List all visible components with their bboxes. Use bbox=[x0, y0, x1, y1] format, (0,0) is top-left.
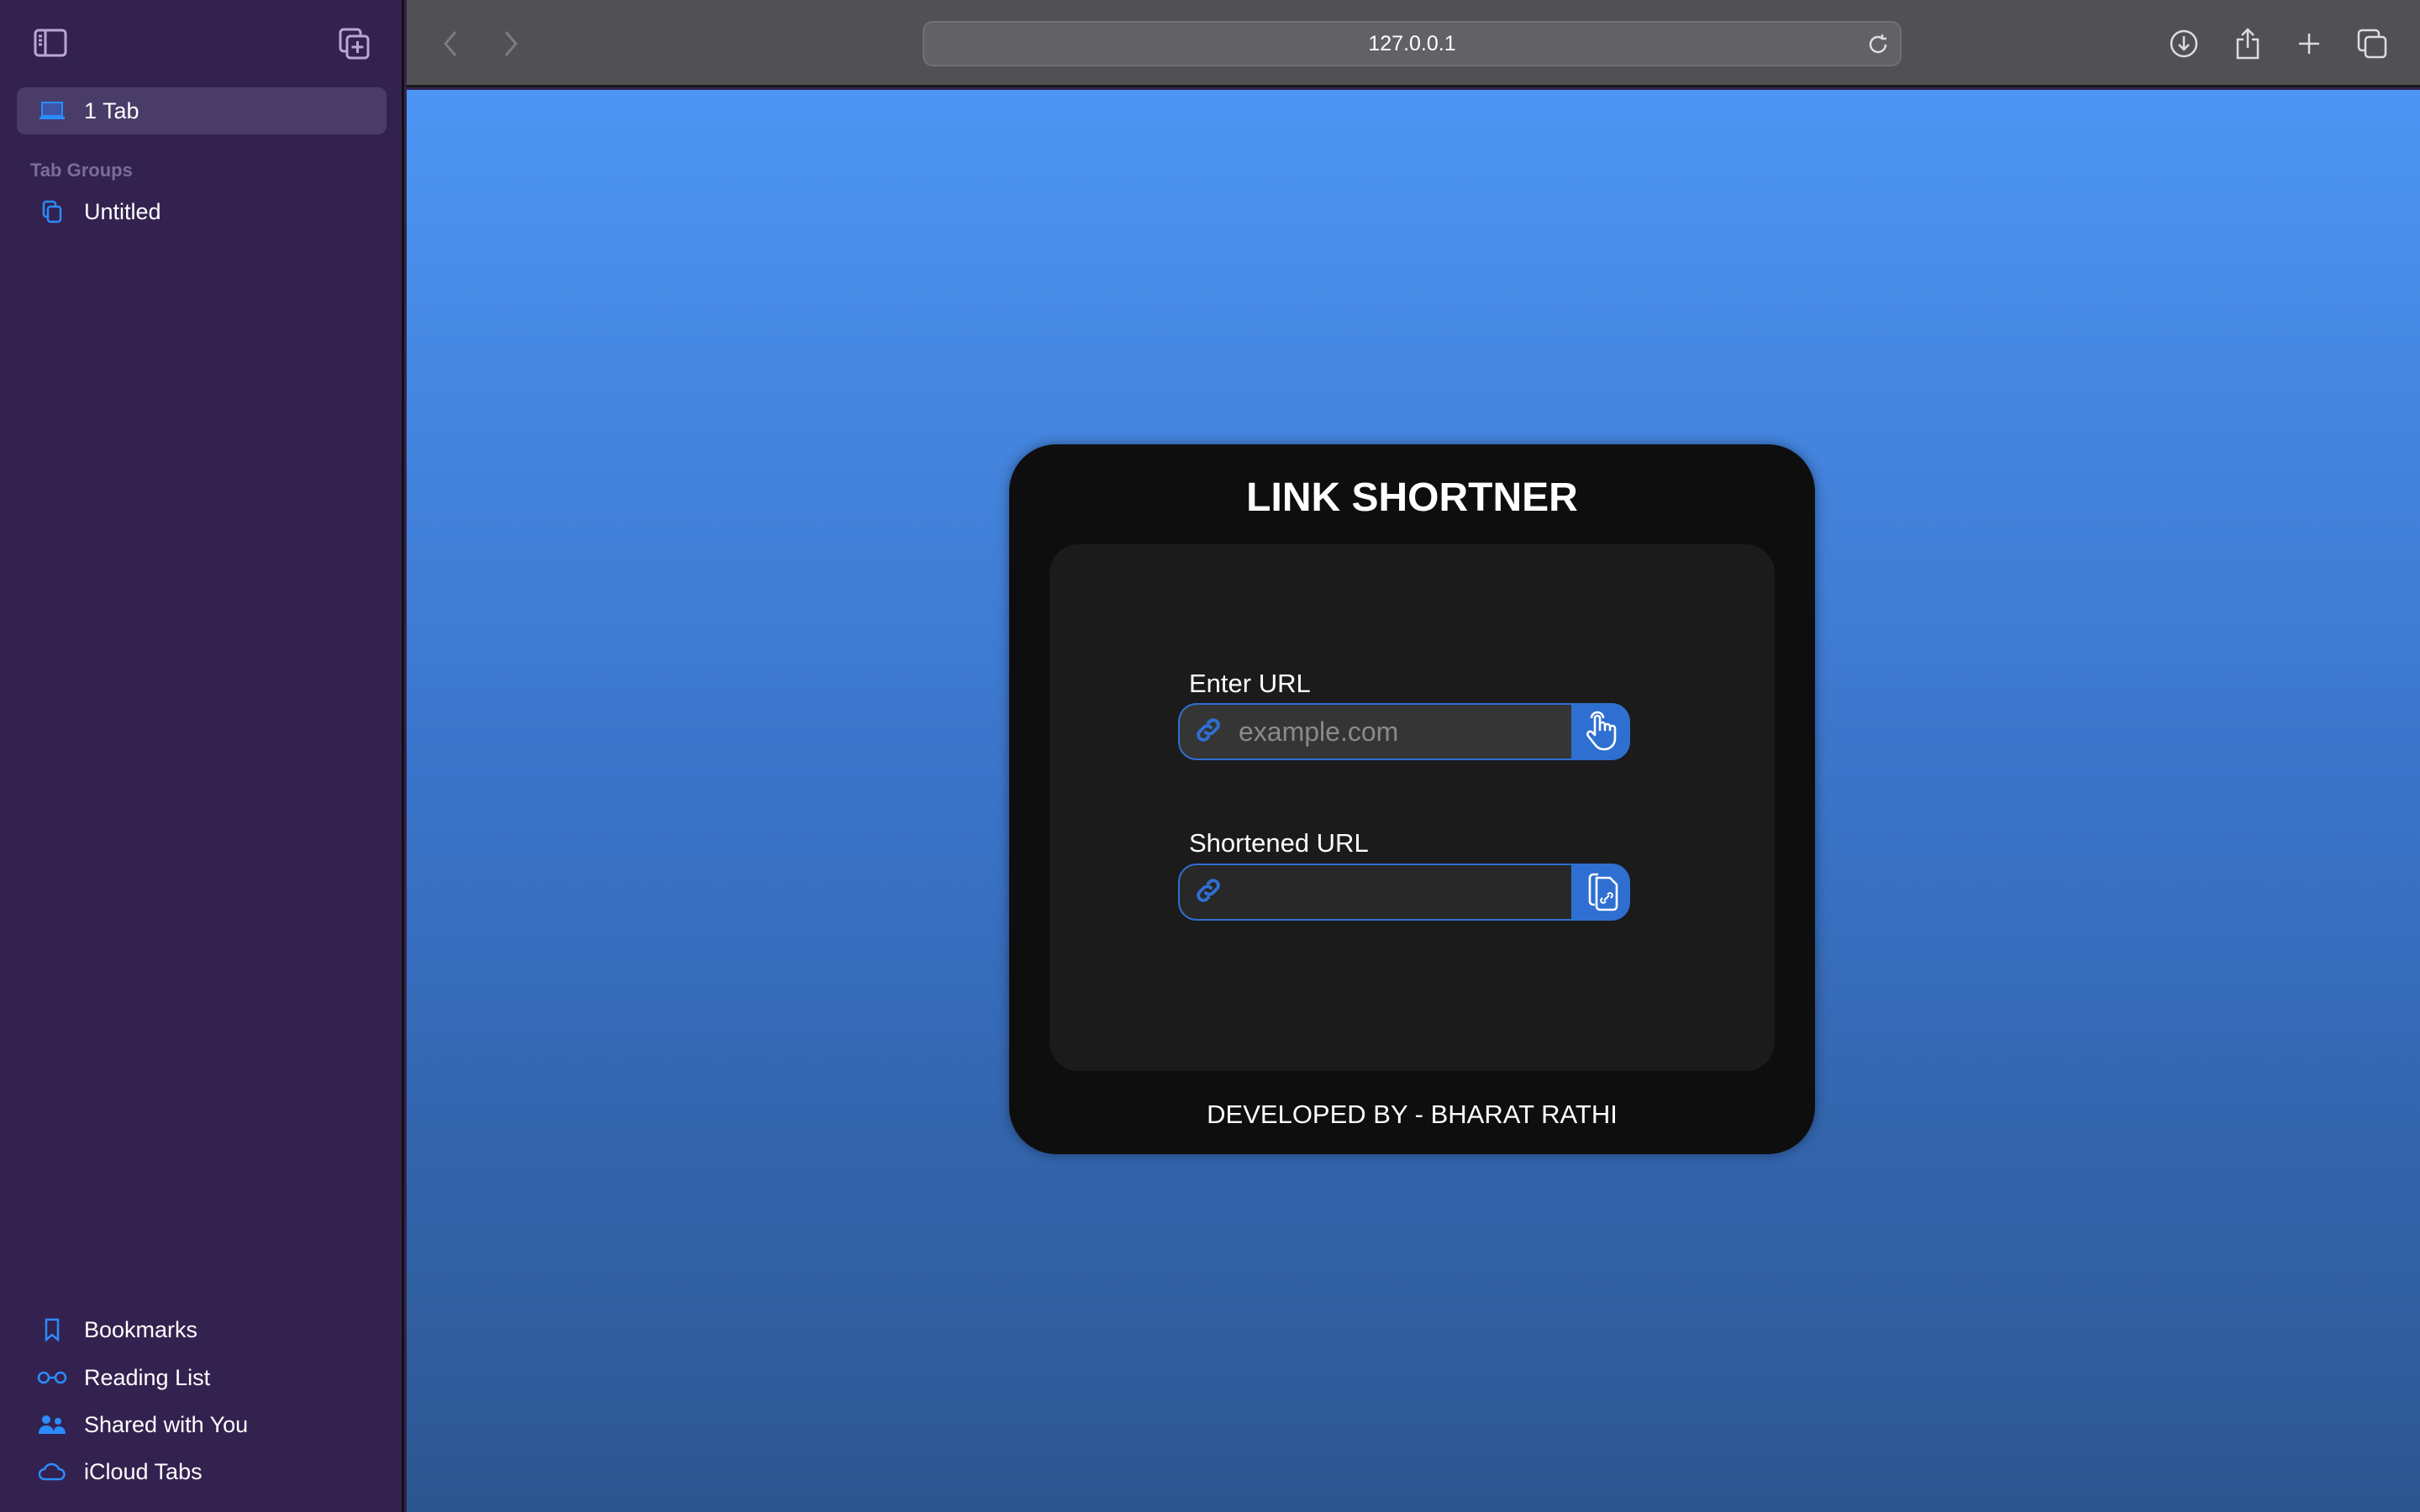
sidebar-item-bookmarks[interactable]: Bookmarks bbox=[17, 1306, 387, 1353]
sidebar-item-untitled[interactable]: Untitled bbox=[17, 188, 387, 235]
tab-group-icon bbox=[35, 200, 69, 223]
shorten-button[interactable] bbox=[1571, 703, 1630, 760]
form-panel: Enter URL Shortened URL bbox=[1050, 544, 1775, 1071]
shortened-url-field bbox=[1178, 864, 1630, 921]
copy-button[interactable] bbox=[1571, 864, 1630, 921]
url-input[interactable] bbox=[1239, 716, 1558, 748]
back-icon[interactable] bbox=[432, 25, 469, 62]
enter-url-label: Enter URL bbox=[1189, 669, 1311, 698]
laptop-icon bbox=[35, 102, 69, 120]
link-shortener-card: LINK SHORTNER Enter URL Shortened URL DE… bbox=[1009, 444, 1815, 1154]
reload-icon[interactable] bbox=[1866, 33, 1890, 62]
address-bar[interactable]: 127.0.0.1 bbox=[923, 21, 1902, 66]
tab-groups-heading: Tab Groups bbox=[30, 160, 133, 181]
new-tab-icon[interactable] bbox=[2291, 25, 2328, 62]
people-icon bbox=[35, 1414, 69, 1436]
enter-url-field bbox=[1178, 703, 1630, 760]
developer-credit: DEVELOPED BY - BHARAT RATHI bbox=[1207, 1100, 1618, 1129]
address-text: 127.0.0.1 bbox=[1368, 31, 1456, 55]
forward-icon[interactable] bbox=[492, 25, 529, 62]
sidebar-item-label: 1 Tab bbox=[84, 97, 139, 123]
sidebar-item-label: Reading List bbox=[84, 1364, 211, 1390]
sidebar-item-current-tabs[interactable]: 1 Tab bbox=[17, 87, 387, 134]
page-title: LINK SHORTNER bbox=[1246, 475, 1578, 520]
cloud-icon bbox=[35, 1462, 69, 1481]
link-icon bbox=[1193, 715, 1223, 749]
glasses-icon bbox=[35, 1371, 69, 1384]
share-icon[interactable] bbox=[2229, 25, 2266, 62]
shortened-url-output[interactable] bbox=[1239, 876, 1558, 908]
web-content: LINK SHORTNER Enter URL Shortened URL DE… bbox=[407, 90, 2420, 1512]
new-tab-group-icon[interactable] bbox=[339, 28, 371, 64]
sidebar-item-label: Bookmarks bbox=[84, 1316, 198, 1342]
sidebar: 1 Tab Tab Groups Untitled Bookmarks Read… bbox=[0, 0, 404, 1512]
sidebar-item-reading-list[interactable]: Reading List bbox=[17, 1354, 387, 1401]
sidebar-item-label: iCloud Tabs bbox=[84, 1458, 203, 1484]
sidebar-toggle-icon[interactable] bbox=[34, 29, 67, 61]
browser-toolbar: 127.0.0.1 bbox=[407, 0, 2420, 87]
downloads-icon[interactable] bbox=[2165, 25, 2202, 62]
bookmark-icon bbox=[35, 1318, 69, 1341]
copy-link-icon bbox=[1581, 869, 1620, 916]
shortened-url-label: Shortened URL bbox=[1189, 828, 1369, 858]
sidebar-item-shared-with-you[interactable]: Shared with You bbox=[17, 1401, 387, 1448]
tab-overview-icon[interactable] bbox=[2354, 25, 2391, 62]
sidebar-item-icloud-tabs[interactable]: iCloud Tabs bbox=[17, 1448, 387, 1495]
link-icon bbox=[1193, 875, 1223, 910]
sidebar-item-label: Shared with You bbox=[84, 1411, 249, 1437]
sidebar-item-label: Untitled bbox=[84, 198, 161, 224]
pointer-hand-icon bbox=[1582, 708, 1619, 756]
